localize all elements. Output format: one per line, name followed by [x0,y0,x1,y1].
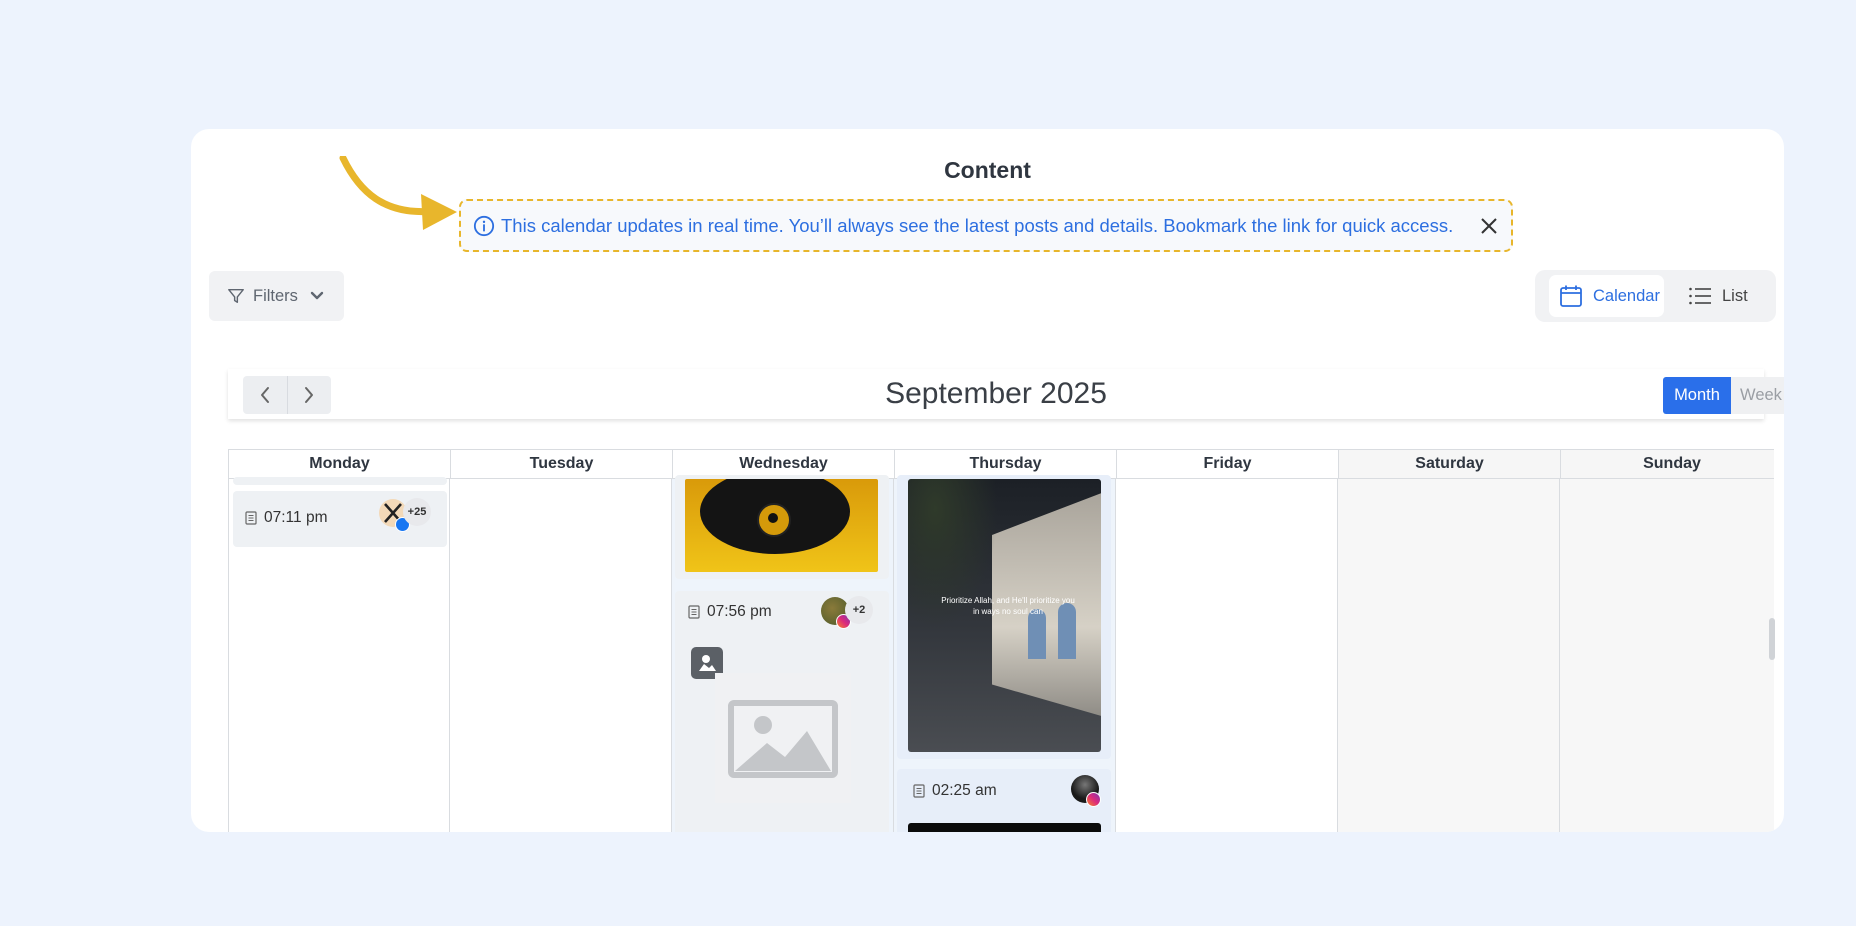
event-time: 07:56 pm [688,603,772,621]
draft-document-icon [245,511,257,525]
image-placeholder-icon [715,673,851,803]
day-cell-sunday[interactable] [1560,479,1774,832]
calendar-grid: Monday Tuesday Wednesday Thursday Friday… [228,449,1774,832]
calendar-icon [1560,285,1582,307]
more-accounts-badge[interactable]: +2 [845,596,873,624]
chevron-down-icon [310,291,324,300]
day-header-sunday: Sunday [1561,450,1774,478]
more-accounts-badge[interactable]: +25 [403,498,431,526]
event-time: 07:11 pm [245,509,327,527]
post-image-mosque-night: Prioritize Allah, and He'll prioritize y… [908,479,1101,752]
list-icon [1689,287,1711,305]
month-mode-button[interactable]: Month [1663,377,1731,414]
day-cell-wednesday[interactable]: 07:56 pm +2 [672,475,894,832]
calendar-view-label: Calendar [1593,286,1660,305]
draft-document-icon [688,605,700,619]
view-toggle: Calendar List [1535,270,1776,322]
banner-text: This calendar updates in real time. You’… [501,214,1454,236]
day-cell-saturday[interactable] [1338,479,1560,832]
day-cell-thursday[interactable]: Prioritize Allah, and He'll prioritize y… [894,475,1116,832]
event-card-thursday-image[interactable]: Prioritize Allah, and He'll prioritize y… [897,475,1111,759]
post-image-black-cat [685,479,878,572]
event-time: 02:25 am [913,782,997,800]
day-header-friday: Friday [1117,450,1339,478]
filter-icon [228,288,244,304]
event-card-wednesday-1956[interactable]: 07:56 pm +2 [675,591,889,832]
day-header-thursday: Thursday [895,450,1117,478]
realtime-notice-banner: This calendar updates in real time. You’… [459,199,1513,252]
event-time-text: 07:56 pm [707,603,772,620]
event-time-text: 02:25 am [932,782,997,799]
instagram-icon [1086,792,1101,807]
content-card: Content This calendar updates in real ti… [191,129,1784,832]
day-header-saturday: Saturday [1339,450,1561,478]
image-caption: Prioritize Allah, and He'll prioritize y… [941,596,1075,616]
event-card-thursday-0225[interactable]: 02:25 am [897,769,1111,832]
filters-button[interactable]: Filters [209,271,344,321]
day-cell-monday[interactable]: 07:11 pm +25 [228,477,450,832]
event-card-monday-1911[interactable]: 07:11 pm +25 [233,491,447,547]
day-cell-friday[interactable] [1116,479,1338,832]
info-icon [473,215,495,236]
list-view-label: List [1722,286,1748,305]
day-cell-tuesday[interactable] [450,479,672,832]
post-image-thumbnail [908,823,1101,832]
event-card-monday[interactable] [233,477,447,485]
calendar-header: September 2025 Month Week [228,369,1784,419]
event-time-text: 07:11 pm [264,509,328,526]
list-view-button[interactable]: List [1680,275,1760,317]
draft-document-icon [913,784,925,798]
filters-label: Filters [253,286,298,305]
day-header-wednesday: Wednesday [673,450,895,478]
calendar-view-button[interactable]: Calendar [1549,275,1664,317]
calendar-scrollbar[interactable] [1769,618,1775,660]
day-header-monday: Monday [229,450,451,478]
event-card-wednesday-image[interactable] [675,475,889,579]
mode-toggle: Month Week [1663,377,1784,414]
month-title: September 2025 [885,377,1107,410]
day-header-tuesday: Tuesday [451,450,673,478]
close-icon[interactable] [1479,216,1499,236]
week-mode-button[interactable]: Week [1731,377,1784,414]
pointer-arrow-icon [339,156,457,230]
